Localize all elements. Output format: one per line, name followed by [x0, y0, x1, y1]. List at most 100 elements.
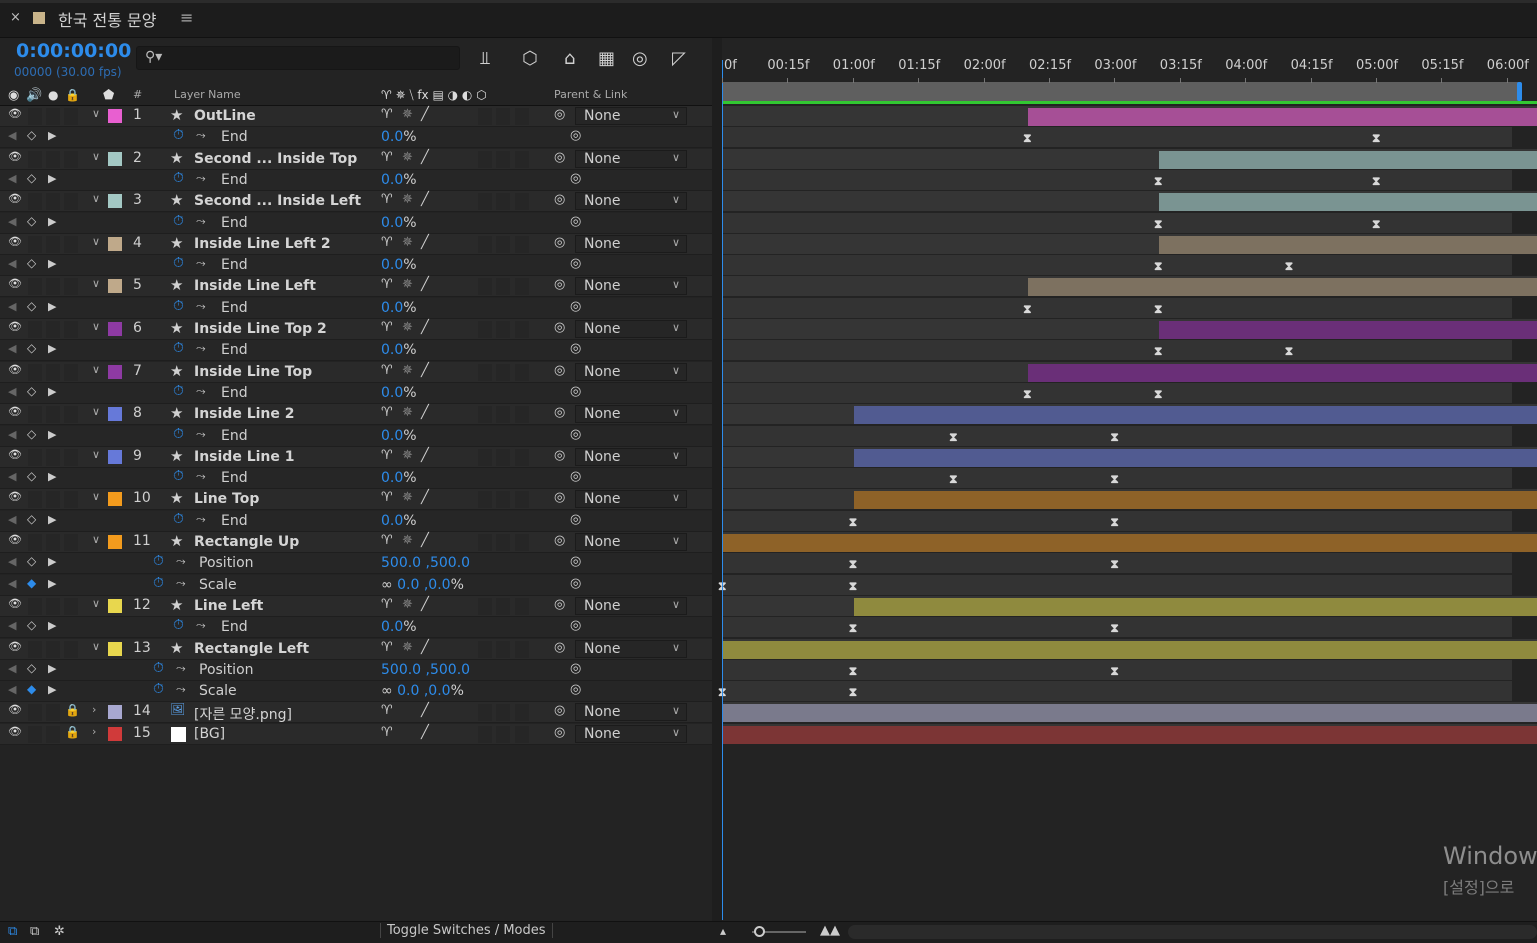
- prev-keyframe-icon[interactable]: ◀: [8, 513, 16, 526]
- property-value-number[interactable]: 0.0: [381, 129, 403, 145]
- keyframe-marker[interactable]: ⧗: [1110, 664, 1118, 679]
- switch-cell[interactable]: [28, 235, 42, 253]
- expand-chevron-down-icon[interactable]: ∨: [92, 640, 100, 653]
- layer-row[interactable]: 👁 🔒 › 14 🖼 [자른 모양.png] ♈ ╱ ◎ None ∨: [0, 702, 1537, 724]
- parent-dropdown[interactable]: None ∨: [575, 490, 687, 509]
- lock-icon[interactable]: 🔒: [65, 725, 80, 739]
- graph-editor-icon[interactable]: ◸: [672, 48, 686, 69]
- pick-whip-icon[interactable]: ◎: [554, 490, 565, 505]
- layer-name[interactable]: [자른 모양.png]: [194, 704, 292, 724]
- pick-whip-icon[interactable]: ◎: [554, 192, 565, 207]
- collapse-switch-icon[interactable]: ✵: [402, 363, 413, 378]
- property-value-number[interactable]: 0.0 ,0.0: [397, 577, 450, 593]
- collapse-switch-icon[interactable]: ✵: [402, 640, 413, 655]
- expression-link-icon[interactable]: ◎: [570, 512, 581, 527]
- switch-cell[interactable]: [28, 321, 42, 338]
- keyframe-marker[interactable]: ⧗: [1110, 621, 1118, 636]
- property-value[interactable]: 0.0%: [381, 342, 417, 358]
- switch-cell[interactable]: [478, 321, 492, 338]
- layer-row[interactable]: 👁 ∨ 9 ★ Inside Line 1 ♈ ✵ ╱ ◎ None ∨: [0, 446, 1537, 468]
- quality-switch-icon[interactable]: ╱: [421, 363, 429, 378]
- expand-chevron-down-icon[interactable]: ∨: [92, 490, 100, 503]
- graph-icon[interactable]: ⤳: [196, 618, 206, 633]
- quality-switch-icon[interactable]: ╱: [421, 405, 429, 420]
- add-keyframe-icon[interactable]: ◇: [27, 618, 36, 632]
- prev-keyframe-icon[interactable]: ◀: [8, 172, 16, 185]
- keyframe-marker[interactable]: ⧗: [1154, 344, 1162, 359]
- pick-whip-icon[interactable]: ◎: [554, 533, 565, 548]
- stopwatch-icon[interactable]: ⏱: [153, 681, 164, 697]
- property-value-number[interactable]: 0.0: [381, 172, 403, 188]
- switch-cell[interactable]: [496, 108, 510, 125]
- expand-chevron-down-icon[interactable]: ∨: [92, 533, 100, 546]
- quality-switch-icon[interactable]: ╱: [421, 150, 429, 165]
- next-keyframe-icon[interactable]: ▶: [48, 683, 56, 696]
- add-keyframe-icon[interactable]: ◇: [27, 299, 36, 313]
- lock-cell[interactable]: [64, 640, 78, 658]
- shy-switch-icon[interactable]: ♈: [381, 640, 393, 655]
- layer-duration-bar[interactable]: [723, 534, 1537, 552]
- constrain-proportions-icon[interactable]: ∞: [381, 577, 397, 593]
- switch-cell[interactable]: [478, 406, 492, 424]
- motion-blur-icon[interactable]: ◎: [632, 48, 648, 69]
- expand-chevron-down-icon[interactable]: ∨: [92, 192, 100, 205]
- lock-cell[interactable]: [64, 150, 78, 168]
- layer-row[interactable]: 👁 ∨ 3 ★ Second ... Inside Left ♈ ✵ ╱ ◎ None ∨: [0, 191, 1537, 213]
- prev-keyframe-icon[interactable]: ◀: [8, 385, 16, 398]
- graph-icon[interactable]: ⤳: [176, 682, 186, 697]
- switch-cell[interactable]: [515, 597, 529, 615]
- quality-switch-icon[interactable]: ╱: [421, 703, 429, 718]
- prev-keyframe-icon[interactable]: ◀: [8, 662, 16, 675]
- shy-switch-icon[interactable]: ♈: [381, 150, 393, 165]
- property-row[interactable]: ◀ ◇ ▶ ⏱ ⤳ End 0.0% ◎ ⧗ ⧗: [0, 425, 1537, 447]
- add-keyframe-icon[interactable]: ◇: [27, 661, 36, 675]
- shy-switch-icon[interactable]: ♈: [381, 107, 393, 122]
- composition-flowchart-icon[interactable]: ⫫: [480, 48, 490, 69]
- work-area-bar[interactable]: [716, 82, 1522, 101]
- keyframe-marker[interactable]: ⧗: [849, 664, 857, 679]
- prev-keyframe-icon[interactable]: ◀: [8, 215, 16, 228]
- switch-cell[interactable]: [496, 704, 510, 722]
- switch-cell[interactable]: [28, 491, 42, 509]
- visibility-eye-icon[interactable]: 👁: [8, 192, 22, 205]
- switch-cell[interactable]: [496, 235, 510, 253]
- graph-icon[interactable]: ⤳: [196, 512, 206, 527]
- stopwatch-icon[interactable]: ⏱: [173, 170, 184, 186]
- switch-cell[interactable]: [515, 640, 529, 658]
- property-value[interactable]: 0.0%: [381, 172, 417, 188]
- graph-icon[interactable]: ⤳: [176, 554, 186, 569]
- add-keyframe-icon[interactable]: ◇: [27, 512, 36, 526]
- stopwatch-icon[interactable]: ⏱: [153, 575, 164, 591]
- collapse-switch-icon[interactable]: ✵: [402, 277, 413, 292]
- expand-chevron-down-icon[interactable]: ∨: [92, 405, 100, 418]
- switch-cell[interactable]: [478, 278, 492, 296]
- lock-cell[interactable]: [64, 597, 78, 615]
- visibility-eye-icon[interactable]: 👁: [8, 405, 22, 418]
- property-row[interactable]: ◀ ◇ ▶ ⏱ ⤳ End 0.0% ◎ ⧗ ⧗: [0, 297, 1537, 319]
- keyframe-marker[interactable]: ⧗: [1285, 344, 1293, 359]
- property-value[interactable]: ∞ 0.0 ,0.0%: [381, 683, 464, 699]
- draft-3d-icon[interactable]: ⬡: [522, 48, 538, 69]
- layer-duration-bar[interactable]: [1158, 321, 1537, 339]
- label-color-swatch[interactable]: [108, 492, 122, 507]
- switch-cell[interactable]: [28, 448, 42, 466]
- switch-cell[interactable]: [478, 640, 492, 658]
- label-color-swatch[interactable]: [108, 535, 122, 549]
- keyframe-marker[interactable]: ⧗: [1154, 387, 1162, 402]
- parent-dropdown[interactable]: None ∨: [575, 596, 687, 615]
- keyframe-marker[interactable]: ⧗: [1285, 259, 1293, 274]
- switch-cell[interactable]: [478, 235, 492, 253]
- switch-cell[interactable]: [515, 704, 529, 722]
- switch-cell[interactable]: [28, 193, 42, 211]
- layer-duration-bar[interactable]: [1028, 278, 1537, 297]
- lock-cell[interactable]: [64, 491, 78, 509]
- parent-dropdown[interactable]: None ∨: [575, 192, 687, 211]
- next-keyframe-icon[interactable]: ▶: [48, 385, 56, 398]
- layer-search-input[interactable]: ⚲▾: [136, 46, 460, 70]
- shy-switch-icon[interactable]: ♈: [381, 192, 393, 207]
- stopwatch-icon[interactable]: ⏱: [173, 127, 184, 143]
- pick-whip-icon[interactable]: ◎: [554, 277, 565, 292]
- shy-switch-icon[interactable]: ♈: [381, 405, 393, 420]
- keyframe-marker[interactable]: ⧗: [1023, 131, 1031, 146]
- constrain-proportions-icon[interactable]: ∞: [381, 683, 397, 699]
